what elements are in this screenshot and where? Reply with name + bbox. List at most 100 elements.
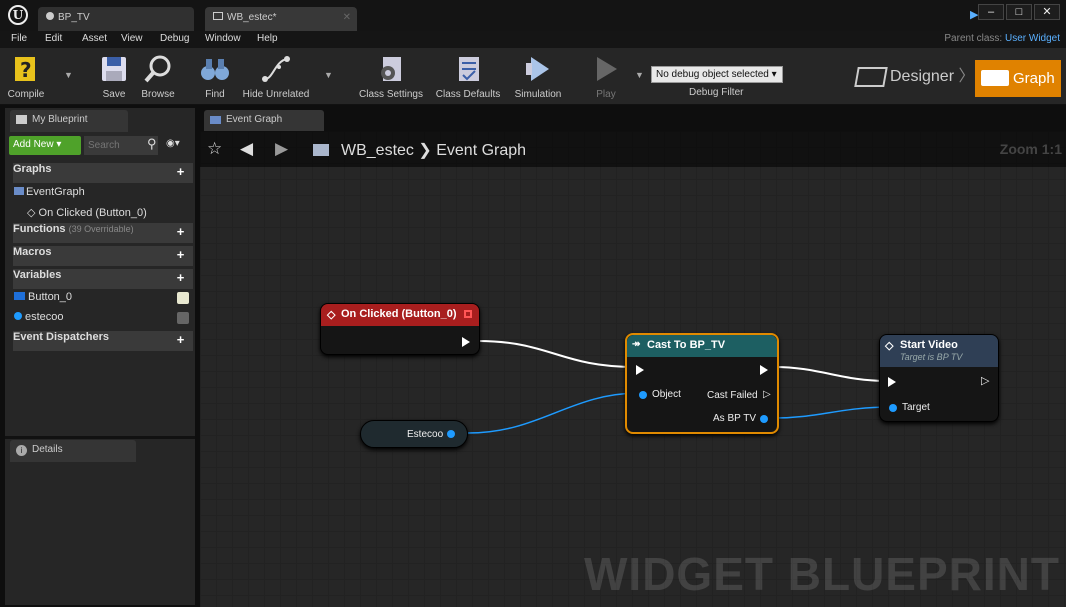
designer-mode-button[interactable]: Designer 〉	[854, 62, 975, 87]
cast-failed-exec-pin[interactable]: ▷	[763, 389, 771, 400]
start-video-target-pin[interactable]	[889, 404, 897, 412]
hide-unrelated-button[interactable]: Hide Unrelated	[241, 48, 311, 105]
search-icon[interactable]: ⚲	[147, 136, 157, 152]
eye-closed-icon[interactable]	[177, 312, 189, 324]
widget-blueprint-watermark: WIDGET BLUEPRINT	[584, 548, 1060, 600]
node-cast-to-bp-tv[interactable]: ↠ Cast To BP_TV Object Cast Failed ▷ As …	[625, 333, 779, 434]
maximize-button[interactable]: □	[1006, 4, 1032, 20]
cast-object-pin[interactable]	[639, 391, 647, 399]
node-on-clicked[interactable]: ◇ On Clicked (Button_0)	[320, 303, 480, 355]
play-dropdown-icon[interactable]: ▼	[635, 70, 644, 80]
class-defaults-button[interactable]: Class Defaults	[435, 48, 501, 105]
hide-unrelated-dropdown-icon[interactable]: ▼	[324, 70, 333, 80]
class-defaults-label: Class Defaults	[435, 89, 501, 100]
add-new-label: Add New	[13, 139, 54, 150]
favorite-star-icon[interactable]: ☆	[207, 139, 222, 159]
add-function-icon[interactable]: +	[174, 225, 187, 238]
back-arrow-icon[interactable]: ◀	[240, 139, 253, 159]
simulation-icon	[521, 53, 555, 85]
panel-splitter[interactable]	[5, 436, 195, 439]
add-graph-icon[interactable]: +	[174, 165, 187, 178]
save-button[interactable]: Save	[97, 48, 131, 105]
blueprint-icon	[46, 12, 54, 20]
delegate-pin-icon[interactable]	[464, 310, 472, 318]
graph-mode-icon	[981, 70, 1009, 86]
on-clicked-label: On Clicked (Button_0)	[38, 207, 147, 219]
section-graphs-label: Graphs	[13, 163, 52, 175]
find-button[interactable]: Find	[198, 48, 232, 105]
hide-unrelated-label: Hide Unrelated	[242, 89, 310, 100]
tab-details[interactable]: i Details	[10, 440, 136, 462]
menu-help[interactable]: Help	[257, 33, 278, 44]
section-macros[interactable]: Macros +	[13, 246, 193, 266]
add-macro-icon[interactable]: +	[174, 248, 187, 261]
simulation-button[interactable]: Simulation	[512, 48, 564, 105]
estecoo-out-pin[interactable]	[447, 430, 455, 438]
variable-estecoo[interactable]: estecoo	[14, 311, 194, 331]
close-tab-icon[interactable]: ✕	[343, 12, 351, 23]
debug-object-select[interactable]: No debug object selected ▾	[651, 66, 783, 83]
exec-wire-cast-startvideo	[773, 366, 889, 382]
section-variables-label: Variables	[13, 269, 62, 281]
cast-exec-out-pin[interactable]	[760, 365, 768, 375]
add-variable-icon[interactable]: +	[174, 271, 187, 284]
node-cast-header: ↠ Cast To BP_TV	[627, 335, 777, 357]
tab-my-blueprint[interactable]: My Blueprint	[10, 110, 128, 132]
eye-visibility-icon[interactable]	[177, 292, 189, 304]
close-button[interactable]: ✕	[1034, 4, 1060, 20]
menu-debug[interactable]: Debug	[160, 33, 189, 44]
eye-visibility-icon[interactable]: ◉▾	[166, 138, 180, 149]
object-wire-estecoo-cast	[467, 392, 641, 434]
section-event-dispatchers-label: Event Dispatchers	[13, 331, 109, 343]
node-cast-title: Cast To BP_TV	[647, 339, 726, 351]
estecoo-getter-label: Estecoo	[407, 429, 444, 440]
menu-asset[interactable]: Asset	[82, 33, 107, 44]
start-video-subtitle: Target is BP TV	[900, 352, 963, 362]
menu-view[interactable]: View	[121, 33, 143, 44]
section-functions[interactable]: Functions (39 Overridable) +	[13, 223, 193, 243]
tab-bp-tv[interactable]: BP_TV	[38, 7, 194, 31]
designer-icon	[854, 66, 888, 87]
debug-filter-label: Debug Filter	[689, 87, 744, 98]
unreal-logo-icon: U	[8, 5, 28, 25]
tree-item-event-graph[interactable]: EventGraph	[14, 186, 194, 206]
node-on-clicked-header: ◇ On Clicked (Button_0)	[321, 304, 479, 326]
graph-grid-icon	[14, 187, 24, 195]
variable-button-0[interactable]: Button_0	[14, 291, 194, 311]
book-icon	[16, 115, 27, 124]
menu-file[interactable]: File	[11, 33, 27, 44]
start-video-exec-out-pin[interactable]: ▷	[981, 374, 989, 387]
browse-button[interactable]: Browse	[137, 48, 179, 105]
breadcrumb-graph[interactable]: Event Graph	[436, 142, 526, 159]
forward-arrow-icon[interactable]: ▶	[275, 139, 288, 159]
add-dispatcher-icon[interactable]: +	[174, 333, 187, 346]
exec-out-pin[interactable]	[462, 337, 470, 347]
tab-event-graph[interactable]: Event Graph	[204, 110, 324, 132]
class-settings-button[interactable]: Class Settings	[357, 48, 425, 105]
start-video-exec-in-pin[interactable]	[888, 377, 896, 387]
tab-wb-estec[interactable]: WB_estec* ✕	[205, 7, 357, 31]
graph-header-bar: ☆ ◀ ▶ WB_estec ❯ Event Graph Zoom 1:1	[200, 131, 1066, 167]
tab-bp-tv-label: BP_TV	[58, 12, 90, 23]
menu-window[interactable]: Window	[205, 33, 241, 44]
graph-grid-icon	[210, 116, 221, 124]
cast-exec-in-pin[interactable]	[636, 365, 644, 375]
cast-object-label: Object	[652, 389, 681, 400]
section-graphs[interactable]: Graphs +	[13, 163, 193, 183]
graph-mode-button[interactable]: Graph	[975, 60, 1061, 97]
menu-edit[interactable]: Edit	[45, 33, 62, 44]
breadcrumb-blueprint[interactable]: WB_estec	[341, 142, 414, 159]
event-graph-canvas[interactable]: ☆ ◀ ▶ WB_estec ❯ Event Graph Zoom 1:1 ◇ …	[200, 131, 1066, 607]
section-variables[interactable]: Variables +	[13, 269, 193, 289]
var-button-label: Button_0	[28, 291, 73, 303]
play-button[interactable]: Play	[588, 48, 624, 105]
section-event-dispatchers[interactable]: Event Dispatchers +	[13, 331, 193, 351]
compile-button[interactable]: ? Compile	[5, 48, 47, 105]
compile-dropdown-icon[interactable]: ▼	[64, 70, 73, 80]
node-start-video[interactable]: ◇ Start Video Target is BP TV ▷ Target	[879, 334, 999, 422]
minimize-button[interactable]: –	[978, 4, 1004, 20]
cast-as-pin[interactable]	[760, 415, 768, 423]
add-new-button[interactable]: Add New ▾	[9, 136, 81, 155]
node-estecoo-getter[interactable]: Estecoo	[360, 420, 468, 448]
gear-doc-icon	[374, 53, 408, 85]
